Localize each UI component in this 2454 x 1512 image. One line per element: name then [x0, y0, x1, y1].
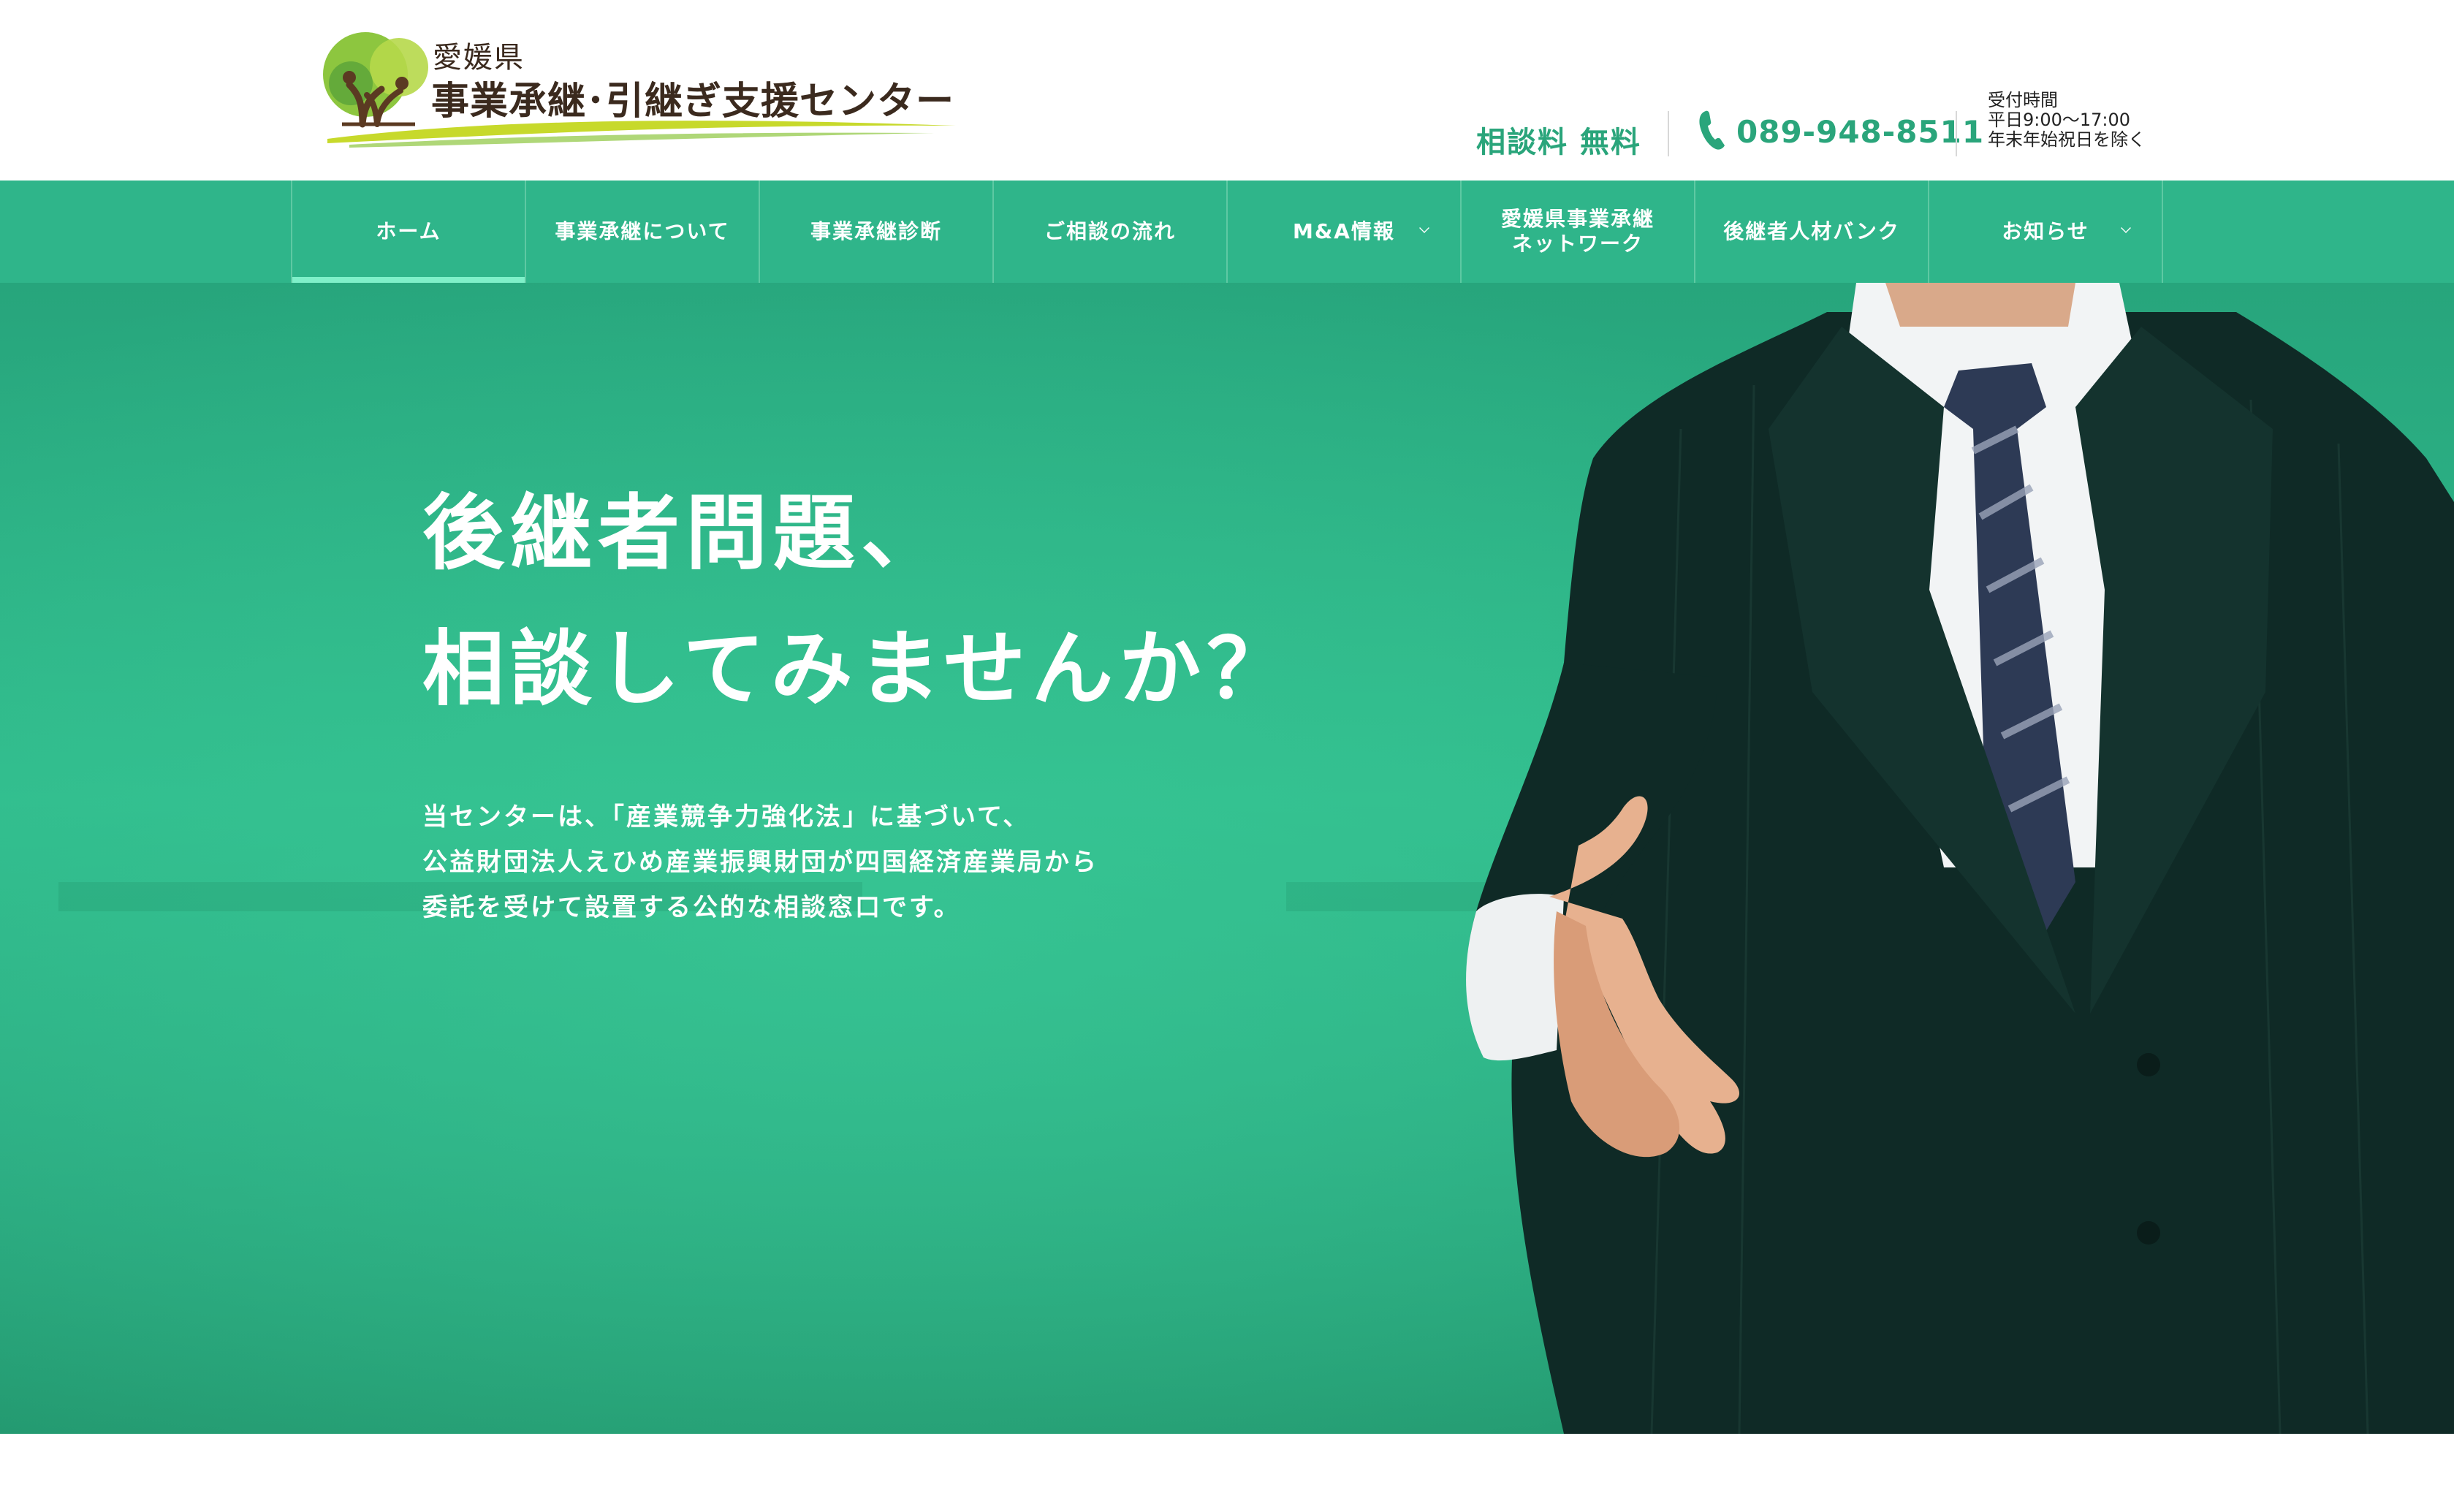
nav-item-label: 事業承継について — [555, 219, 730, 243]
nav-item-consultation-flow[interactable]: ご相談の流れ — [994, 181, 1228, 283]
phone-number[interactable]: 089-948-8511 — [1736, 114, 1984, 150]
nav-item-label: お知らせ — [2002, 219, 2089, 243]
hero-desc-line: 委託を受けて設置する公的な相談窓口です。 — [422, 893, 961, 922]
nav-item-label: M&A情報 — [1293, 219, 1395, 243]
global-nav: ホーム 事業承継について 事業承継診断 ご相談の流れ M&A情報 愛媛県事業承継… — [0, 181, 2454, 283]
hero-desc-line: 当センターは、「産業競争力強化法」に基づいて、 — [422, 802, 1030, 832]
hero-title-line: 相談してみませんか？ — [422, 622, 1295, 717]
nav-item-diagnosis[interactable]: 事業承継診断 — [760, 181, 994, 283]
logo-swoosh — [327, 121, 956, 148]
site-logo[interactable]: 愛媛県 事業承継･引継ぎ支援センター — [320, 29, 963, 148]
hours-heading: 受付時間 — [1988, 90, 2058, 110]
chevron-down-icon — [1419, 223, 1429, 233]
nav-item-ma-info[interactable]: M&A情報 — [1228, 181, 1462, 283]
hours-closed: 年末年始祝日を除く — [1988, 129, 2146, 150]
hero-section: 後継者問題、 相談してみませんか？ 当センターは、「産業競争力強化法」に基づいて… — [0, 283, 2454, 1434]
divider — [1668, 111, 1669, 156]
page-lower-area — [0, 1434, 2454, 1512]
free-consultation-text: 相談料 無料 — [1476, 126, 1641, 159]
nav-item-label-line: 愛媛県事業承継 — [1500, 207, 1655, 231]
nav-item-label: 事業承継診断 — [810, 219, 942, 243]
divider — [1956, 111, 1957, 156]
nav-item-network[interactable]: 愛媛県事業承継 ネットワーク — [1462, 181, 1695, 283]
nav-item-label: 後継者人材バンク — [1723, 219, 1900, 243]
nav-item-label: 愛媛県事業承継 ネットワーク — [1501, 207, 1655, 257]
nav-item-home[interactable]: ホーム — [292, 181, 526, 283]
hero-copy: 後継者問題、 相談してみませんか？ 当センターは、「産業競争力強化法」に基づいて… — [422, 466, 1446, 930]
office-hours: 受付時間 平日9:00〜17:00 年末年始祝日を除く — [1988, 91, 2178, 150]
site-header: 愛媛県 事業承継･引継ぎ支援センター 相談料 無料 089-948-8511 受… — [0, 0, 2454, 181]
hero-desc-line: 公益財団法人えひめ産業振興財団が四国経済産業局から — [422, 848, 1098, 877]
hours-weekday: 平日9:00〜17:00 — [1988, 110, 2131, 130]
nav-item-news[interactable]: お知らせ — [1929, 181, 2163, 283]
phone-icon — [1699, 110, 1725, 150]
hero-title: 後継者問題、 相談してみませんか？ — [422, 466, 1446, 737]
hero-title-line: 後継者問題、 — [422, 486, 949, 581]
nav-item-about-succession[interactable]: 事業承継について — [526, 181, 760, 283]
chevron-down-icon — [2121, 223, 2131, 233]
businessman-handshake-image — [1466, 283, 2454, 1434]
nav-item-label: ホーム — [376, 219, 441, 243]
nav-item-label: ご相談の流れ — [1044, 219, 1176, 243]
nav-item-successor-bank[interactable]: 後継者人材バンク — [1695, 181, 1929, 283]
nav-item-label-line: ネットワーク — [1511, 232, 1644, 256]
hero-description: 当センターは、「産業競争力強化法」に基づいて、 公益財団法人えひめ産業振興財団が… — [422, 794, 1446, 930]
